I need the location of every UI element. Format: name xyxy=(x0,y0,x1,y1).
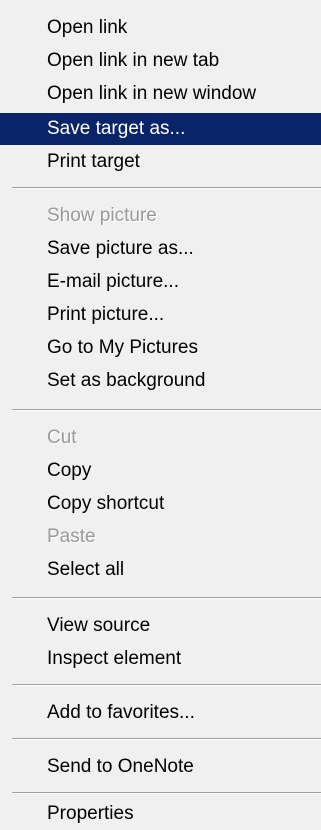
menu-item-open-link[interactable]: Open link xyxy=(0,12,321,44)
menu-item-copy[interactable]: Copy xyxy=(0,455,321,487)
menu-item-save-target-as[interactable]: Save target as... xyxy=(0,113,321,145)
menu-item-view-source[interactable]: View source xyxy=(0,610,321,642)
menu-separator xyxy=(12,409,321,411)
menu-item-cut: Cut xyxy=(47,427,77,448)
menu-item-select-all[interactable]: Select all xyxy=(0,554,321,586)
menu-item-send-to-onenote[interactable]: Send to OneNote xyxy=(0,751,321,783)
menu-item-show-picture: Show picture xyxy=(47,205,157,226)
menu-separator xyxy=(12,738,321,740)
menu-item-paste: Paste xyxy=(47,526,96,547)
menu-separator xyxy=(12,792,321,794)
menu-item-go-to-my-pictures[interactable]: Go to My Pictures xyxy=(0,332,321,364)
context-menu: Open link Open link in new tab Open link… xyxy=(0,0,321,830)
menu-item-set-as-background[interactable]: Set as background xyxy=(0,365,321,397)
menu-item-print-target[interactable]: Print target xyxy=(0,146,321,178)
menu-separator xyxy=(12,187,321,189)
menu-separator xyxy=(12,597,321,599)
menu-item-copy-shortcut[interactable]: Copy shortcut xyxy=(0,488,321,520)
menu-item-email-picture[interactable]: E-mail picture... xyxy=(0,266,321,298)
menu-item-inspect-element[interactable]: Inspect element xyxy=(0,643,321,675)
menu-separator xyxy=(12,684,321,686)
menu-item-add-to-favorites[interactable]: Add to favorites... xyxy=(0,697,321,729)
menu-item-print-picture[interactable]: Print picture... xyxy=(0,299,321,331)
menu-item-properties[interactable]: Properties xyxy=(0,798,321,830)
menu-item-save-picture-as[interactable]: Save picture as... xyxy=(0,233,321,265)
menu-item-open-link-new-window[interactable]: Open link in new window xyxy=(0,78,321,110)
menu-item-open-link-new-tab[interactable]: Open link in new tab xyxy=(0,45,321,77)
